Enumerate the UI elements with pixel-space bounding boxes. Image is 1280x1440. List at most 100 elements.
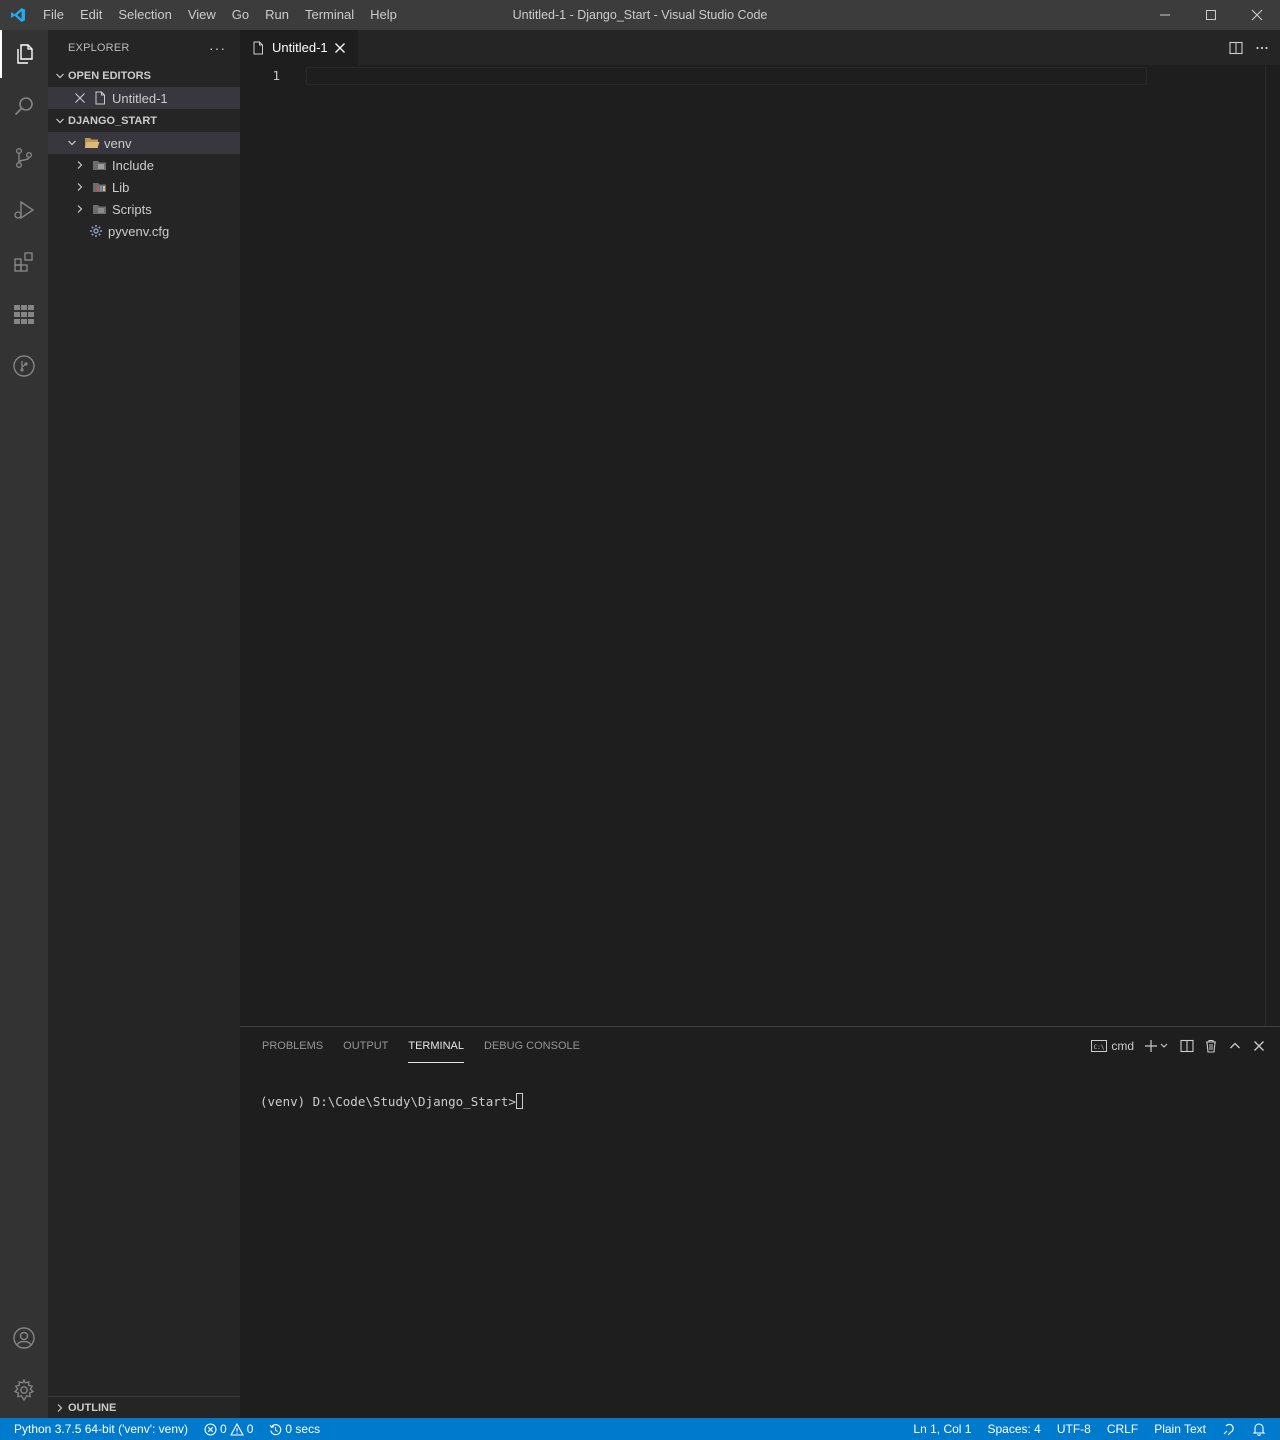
cursor-position[interactable]: Ln 1, Col 1 (905, 1418, 979, 1440)
terminal-prompt: (venv) D:\Code\Study\Django_Start> (260, 1094, 516, 1109)
outline-title: OUTLINE (68, 1402, 117, 1414)
menu-file[interactable]: File (35, 0, 72, 30)
open-editor-item[interactable]: Untitled-1 (48, 87, 240, 109)
notifications-button[interactable] (1244, 1418, 1274, 1440)
run-debug-activity[interactable] (0, 186, 48, 234)
new-terminal-button[interactable] (1144, 1038, 1170, 1054)
menu-edit[interactable]: Edit (72, 0, 110, 30)
menu-bar: File Edit Selection View Go Run Terminal… (35, 0, 405, 30)
chevron-right-icon (72, 157, 88, 173)
code-editor[interactable]: 1 (240, 65, 1280, 1026)
menu-view[interactable]: View (180, 0, 224, 30)
editor-tab-bar: Untitled-1 (240, 30, 1280, 65)
explorer-activity[interactable] (0, 30, 48, 78)
chevron-up-icon (1230, 1042, 1240, 1049)
tree-item-lib[interactable]: Lib (48, 176, 240, 198)
minimize-button[interactable] (1142, 0, 1188, 30)
accounts-activity[interactable] (0, 1314, 48, 1362)
open-editors-section[interactable]: OPEN EDITORS (48, 65, 240, 87)
close-icon (1251, 9, 1263, 21)
project-title: DJANGO_START (68, 115, 158, 127)
tree-label-venv: venv (104, 135, 132, 151)
extensions-activity[interactable] (0, 238, 48, 286)
warning-count: 0 (246, 1422, 254, 1436)
source-control-activity[interactable] (0, 134, 48, 182)
chevron-right-icon (72, 179, 88, 195)
tree-item-include[interactable]: Include (48, 154, 240, 176)
git-graph-activity[interactable] (0, 342, 48, 390)
gear-icon (13, 1378, 35, 1402)
maximize-button[interactable] (1188, 0, 1234, 30)
trash-icon (1206, 1039, 1216, 1053)
error-icon (204, 1422, 217, 1436)
wakatime-timer[interactable]: 0 secs (261, 1418, 328, 1440)
git-graph-icon (13, 355, 35, 377)
account-icon (13, 1327, 35, 1349)
end-of-line[interactable]: CRLF (1099, 1418, 1146, 1440)
current-line-highlight (306, 67, 1147, 85)
files-icon (17, 44, 33, 64)
explorer-title: EXPLORER (68, 41, 130, 54)
folder-open-icon (84, 135, 100, 151)
project-section[interactable]: DJANGO_START (48, 110, 240, 132)
split-terminal-button[interactable] (1180, 1038, 1194, 1054)
settings-file-icon (88, 223, 104, 239)
menu-terminal[interactable]: Terminal (297, 0, 362, 30)
more-actions-icon[interactable]: ··· (209, 40, 226, 56)
terminal-shell-label: cmd (1111, 1039, 1134, 1053)
terminal-output[interactable]: (venv) D:\Code\Study\Django_Start> (260, 1093, 523, 1111)
title-bar: File Edit Selection View Go Run Terminal… (0, 0, 1280, 30)
chevron-down-icon (64, 135, 80, 151)
menu-selection[interactable]: Selection (110, 0, 179, 30)
indentation[interactable]: Spaces: 4 (979, 1418, 1048, 1440)
chevron-right-icon (72, 201, 88, 217)
menu-go[interactable]: Go (224, 0, 257, 30)
tab-label: Untitled-1 (272, 40, 328, 55)
language-mode[interactable]: Plain Text (1146, 1418, 1214, 1440)
window-controls (1142, 0, 1280, 30)
bottom-panel: PROBLEMS OUTPUT TERMINAL DEBUG CONSOLE C… (240, 1026, 1280, 1418)
svg-text:C:\: C:\ (1094, 1044, 1105, 1051)
open-editors-title: OPEN EDITORS (68, 70, 151, 82)
timer-label: 0 secs (285, 1422, 321, 1436)
tab-terminal[interactable]: TERMINAL (398, 1027, 474, 1065)
outline-section[interactable]: OUTLINE (48, 1396, 240, 1418)
tree-item-venv[interactable]: venv (48, 132, 240, 154)
encoding[interactable]: UTF-8 (1049, 1418, 1099, 1440)
split-terminal-icon (1180, 1039, 1194, 1053)
remote-explorer-activity[interactable] (0, 290, 48, 338)
file-icon (250, 40, 266, 56)
close-icon[interactable] (332, 40, 348, 56)
manage-activity[interactable] (0, 1366, 48, 1414)
split-editor-icon[interactable] (1228, 40, 1244, 56)
tab-debug-console[interactable]: DEBUG CONSOLE (474, 1027, 590, 1065)
feedback-button[interactable] (1214, 1418, 1244, 1440)
panel-actions: C:\ cmd (1091, 1027, 1266, 1065)
tab-problems[interactable]: PROBLEMS (252, 1027, 333, 1065)
tree-item-scripts[interactable]: Scripts (48, 198, 240, 220)
editor-area: Untitled-1 1 (240, 30, 1280, 1026)
line-number: 1 (272, 68, 280, 83)
close-icon[interactable] (72, 90, 88, 106)
menu-help[interactable]: Help (362, 0, 405, 30)
problems-indicator[interactable]: 0 0 (196, 1418, 261, 1440)
search-activity[interactable] (0, 82, 48, 130)
tab-untitled-1[interactable]: Untitled-1 (240, 30, 358, 65)
menu-run[interactable]: Run (257, 0, 297, 30)
more-actions-icon[interactable] (1254, 40, 1270, 56)
terminal-shell-select[interactable]: C:\ cmd (1091, 1038, 1134, 1054)
maximize-panel-button[interactable] (1228, 1038, 1242, 1054)
outline-header: OUTLINE (48, 1397, 240, 1419)
activity-bar (0, 30, 48, 1418)
python-interpreter[interactable]: Python 3.7.5 64-bit ('venv': venv) (6, 1418, 196, 1440)
kill-terminal-button[interactable] (1204, 1038, 1218, 1054)
chevron-right-icon (52, 1400, 68, 1416)
warning-icon (229, 1422, 244, 1436)
tree-item-pyvenv-cfg[interactable]: pyvenv.cfg (48, 220, 240, 242)
close-panel-button[interactable] (1252, 1038, 1266, 1054)
panel-tab-bar: PROBLEMS OUTPUT TERMINAL DEBUG CONSOLE C… (240, 1027, 1280, 1065)
tab-output[interactable]: OUTPUT (333, 1027, 398, 1065)
folder-lib-icon (92, 179, 108, 195)
close-window-button[interactable] (1234, 0, 1280, 30)
terminal-cursor (515, 1093, 523, 1109)
